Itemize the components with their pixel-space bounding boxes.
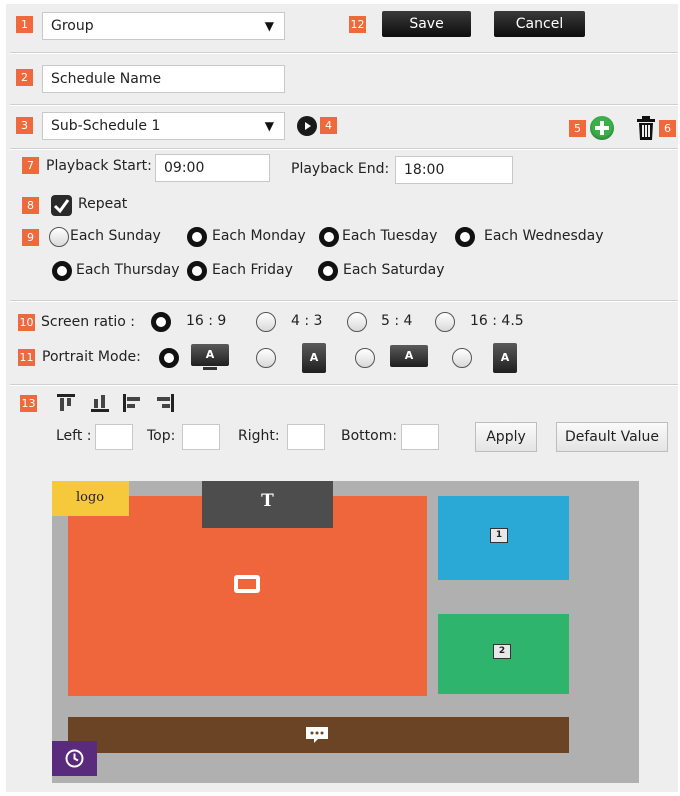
landscape-screen-icon: A — [191, 344, 229, 366]
default-value-button[interactable]: Default Value — [556, 422, 668, 452]
landscape-flipped-screen-icon: A — [390, 345, 428, 367]
day-radio-tuesday[interactable] — [319, 227, 339, 247]
ratio-label-5-4: 5 : 4 — [381, 313, 413, 329]
group-select-value: Group — [51, 18, 94, 34]
align-top-icon[interactable] — [56, 393, 76, 413]
sub-schedule-value: Sub-Schedule 1 — [51, 118, 161, 134]
marker-12: 12 — [349, 16, 366, 33]
margin-top-label: Top: — [147, 428, 176, 444]
day-radio-sunday[interactable] — [49, 227, 69, 247]
ratio-label-4-3: 4 : 3 — [291, 313, 323, 329]
ratio-label-16-9: 16 : 9 — [186, 313, 227, 329]
repeat-label: Repeat — [78, 196, 128, 212]
trash-icon — [637, 116, 655, 140]
portrait-right-screen-icon: A — [493, 343, 517, 373]
ratio-label-16-4-5: 16 : 4.5 — [470, 313, 524, 329]
day-label-monday: Each Monday — [212, 228, 306, 244]
marker-8: 8 — [22, 197, 39, 214]
logo-zone[interactable]: logo — [52, 481, 129, 516]
margin-right-label: Right: — [238, 428, 280, 444]
text-zone[interactable]: T — [202, 481, 333, 528]
marker-2: 2 — [16, 69, 33, 86]
margin-left-label: Left : — [56, 428, 92, 444]
screen-ratio-label: Screen ratio : — [41, 314, 136, 330]
marker-7: 7 — [22, 157, 39, 174]
divider — [10, 384, 678, 386]
clock-zone[interactable] — [52, 741, 97, 776]
sub-schedule-select[interactable]: Sub-Schedule 1 ▼ — [42, 112, 285, 140]
screen-stand-icon — [203, 367, 217, 370]
cancel-button[interactable]: Cancel — [494, 11, 585, 37]
day-radio-saturday[interactable] — [318, 261, 338, 281]
schedule-name-input[interactable]: Schedule Name — [42, 65, 285, 93]
marker-5: 5 — [569, 120, 586, 137]
margin-bottom-input[interactable] — [401, 424, 439, 450]
day-label-sunday: Each Sunday — [70, 228, 161, 244]
align-bottom-icon[interactable] — [90, 393, 110, 413]
marker-3: 3 — [16, 117, 33, 134]
day-radio-thursday[interactable] — [52, 261, 72, 281]
portrait-left-screen-icon: A — [302, 343, 326, 373]
portrait-radio-portrait-left[interactable] — [256, 348, 276, 368]
divider — [10, 104, 678, 106]
align-left-icon[interactable] — [122, 393, 142, 413]
zone-1[interactable]: 1 — [438, 496, 569, 580]
margin-bottom-label: Bottom: — [341, 428, 398, 444]
ratio-radio-5-4[interactable] — [347, 312, 367, 332]
playback-end-label: Playback End: — [291, 161, 390, 177]
divider — [10, 300, 678, 302]
chevron-down-icon: ▼ — [264, 19, 274, 33]
portrait-mode-label: Portrait Mode: — [42, 349, 141, 365]
marker-9: 9 — [22, 229, 39, 246]
divider — [10, 52, 678, 54]
margin-left-input[interactable] — [95, 424, 133, 450]
portrait-radio-landscape-flipped[interactable] — [355, 348, 375, 368]
apply-button[interactable]: Apply — [475, 422, 537, 452]
marker-10: 10 — [18, 314, 35, 331]
day-label-saturday: Each Saturday — [343, 262, 445, 278]
margin-right-input[interactable] — [287, 424, 325, 450]
ticker-zone[interactable] — [68, 717, 569, 753]
day-radio-wednesday[interactable] — [455, 227, 475, 247]
playback-start-label: Playback Start: — [46, 158, 152, 174]
ticker-message-icon — [306, 727, 328, 743]
playback-start-input[interactable]: 09:00 — [155, 154, 270, 182]
margin-top-input[interactable] — [182, 424, 220, 450]
ratio-radio-16-4-5[interactable] — [435, 312, 455, 332]
marker-13: 13 — [20, 395, 37, 412]
ratio-radio-4-3[interactable] — [256, 312, 276, 332]
portrait-radio-landscape[interactable] — [159, 348, 179, 368]
day-label-thursday: Each Thursday — [76, 262, 180, 278]
divider — [10, 148, 678, 150]
plus-icon — [595, 121, 609, 135]
zone-2[interactable]: 2 — [438, 614, 569, 694]
day-label-tuesday: Each Tuesday — [342, 228, 438, 244]
day-label-wednesday: Each Wednesday — [484, 228, 604, 244]
add-sub-schedule-button[interactable] — [590, 116, 614, 140]
marker-6: 6 — [659, 120, 676, 137]
play-preview-icon[interactable] — [297, 116, 317, 136]
playback-end-input[interactable]: 18:00 — [395, 156, 513, 184]
video-zone-icon — [234, 575, 260, 593]
marker-11: 11 — [18, 349, 35, 366]
play-icon — [305, 122, 311, 130]
marker-4: 4 — [320, 117, 337, 134]
portrait-radio-portrait-right[interactable] — [452, 348, 472, 368]
align-right-icon[interactable] — [155, 393, 175, 413]
repeat-checkbox[interactable] — [51, 195, 72, 216]
zone-2-badge: 2 — [493, 644, 511, 659]
chevron-down-icon: ▼ — [264, 119, 274, 133]
ratio-radio-16-9[interactable] — [151, 312, 171, 332]
save-button[interactable]: Save — [382, 11, 471, 37]
zone-1-badge: 1 — [490, 528, 508, 543]
day-label-friday: Each Friday — [212, 262, 293, 278]
group-select[interactable]: Group ▼ — [42, 12, 285, 40]
day-radio-friday[interactable] — [187, 261, 207, 281]
marker-1: 1 — [16, 16, 33, 33]
checkmark-icon — [53, 199, 70, 214]
delete-sub-schedule-button[interactable] — [635, 115, 657, 141]
clock-icon — [65, 749, 84, 768]
day-radio-monday[interactable] — [187, 227, 207, 247]
